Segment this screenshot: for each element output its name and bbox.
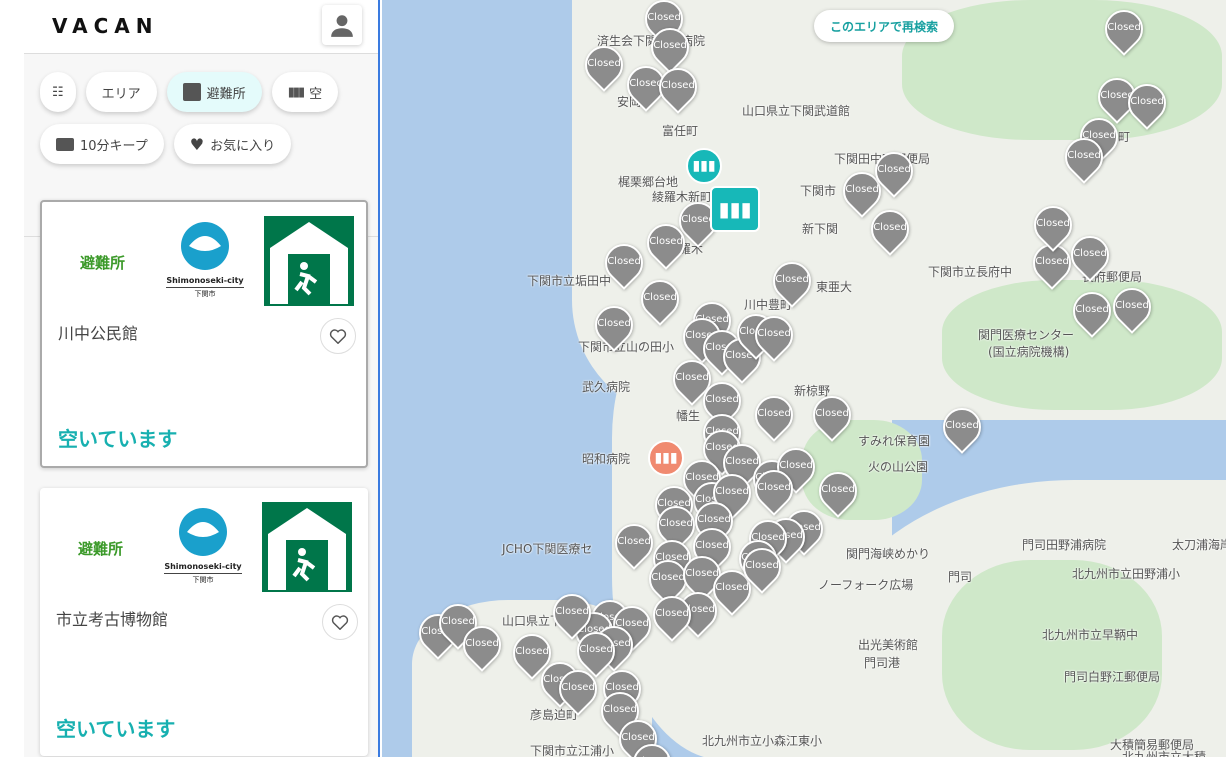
facility-type-label: 避難所: [80, 254, 126, 272]
map-place-label: 北九州市立田野浦小: [1072, 567, 1181, 581]
user-menu-button[interactable]: [322, 5, 362, 45]
facility-name: 川中公民館: [58, 324, 139, 343]
filter-favorites-button[interactable]: ♥ お気に入り: [173, 124, 292, 164]
vacan-logo: VACAN: [52, 14, 159, 38]
map-place-label: 火の山公園: [868, 460, 929, 474]
map[interactable]: このエリアで再検索 済生会下関総合病院山口県立下関武道館富任町安岡梶栗郷台地綾羅…: [382, 0, 1226, 757]
closed-facility-pin[interactable]: Closed: [651, 60, 705, 114]
map-place-label: 下関市立長府中: [928, 265, 1013, 279]
closed-facility-pin[interactable]: Closed: [625, 736, 679, 757]
map-place-label: 下関市立江浦小: [530, 744, 615, 757]
map-place-label: 北九州市立大積: [1122, 750, 1207, 757]
closed-facility-pin[interactable]: Closed: [645, 588, 699, 642]
search-this-area-button[interactable]: このエリアで再検索: [814, 10, 955, 42]
closed-facility-pin[interactable]: Closed: [735, 540, 789, 594]
timer-ticket-icon: [56, 137, 74, 151]
side-panel: VACAN ☷ エリア 避難所 ▮▮▮ 空 10分キープ ♥ お気に入り 避難所 S…: [24, 0, 380, 757]
filter-shelter-button[interactable]: 避難所: [166, 72, 262, 112]
map-place-label: 門司港: [864, 656, 901, 670]
closed-facility-pin[interactable]: Closed: [1063, 228, 1117, 282]
header: VACAN: [24, 0, 378, 54]
filter-settings-button[interactable]: ☷: [40, 72, 76, 112]
closed-facility-pin[interactable]: Closed: [863, 202, 917, 256]
closed-facility-pin[interactable]: Closed: [765, 254, 819, 308]
park: [942, 560, 1162, 750]
occupancy-icon: ▮▮▮: [287, 84, 306, 100]
map-place-label: JCHO下関医療セ: [502, 542, 593, 556]
heart-outline-icon: [331, 615, 349, 630]
shelter-icon: [182, 83, 201, 101]
shelter-pin-available[interactable]: ▮▮▮: [686, 148, 722, 184]
map-place-label: すみれ保育園: [858, 434, 931, 448]
map-place-label: 北九州市立小森江東小: [702, 734, 823, 748]
map-place-label: ノーフォーク広場: [818, 578, 914, 592]
map-place-label: 関門海峡めかり: [846, 547, 931, 561]
facility-name: 市立考古博物館: [56, 610, 169, 629]
closed-facility-pin[interactable]: Closed: [1105, 280, 1159, 334]
closed-facility-pin[interactable]: Closed: [551, 662, 605, 716]
filter-area-button[interactable]: エリア: [85, 72, 157, 112]
closed-facility-pin[interactable]: Closed: [1097, 2, 1151, 56]
map-place-label: 新下関: [802, 222, 839, 236]
map-place-label: 北九州市立早鞆中: [1042, 628, 1139, 642]
favorite-button[interactable]: [320, 318, 356, 354]
map-place-label: 門司: [948, 570, 973, 584]
sliders-icon: ☷: [52, 84, 64, 100]
map-place-label: 門司白野江郵便局: [1064, 670, 1161, 684]
closed-facility-pin[interactable]: Closed: [867, 144, 921, 198]
occupancy-icon: ▮▮▮: [718, 197, 752, 221]
closed-facility-pin[interactable]: Closed: [747, 388, 801, 442]
map-place-label: 武久病院: [582, 380, 631, 394]
closed-facility-pin[interactable]: Closed: [1057, 130, 1111, 184]
map-place-label: 富任町: [662, 124, 699, 138]
evacuation-shelter-sign-icon: [264, 216, 354, 306]
closed-facility-pin[interactable]: Closed: [455, 618, 509, 672]
user-icon: [331, 15, 353, 37]
closed-facility-pin[interactable]: Closed: [747, 308, 801, 362]
map-place-label: 門司田野浦病院: [1022, 538, 1107, 552]
closed-facility-pin[interactable]: Closed: [1120, 76, 1174, 130]
filter-10min-keep-button[interactable]: 10分キープ: [40, 124, 164, 164]
filter-vacancy-button[interactable]: ▮▮▮ 空: [271, 72, 339, 112]
shelter-card[interactable]: 避難所 Shimonoseki-city 下関市 市立考古博物館 空いています: [40, 488, 368, 756]
favorite-button[interactable]: [322, 604, 358, 640]
facility-type-label: 避難所: [78, 540, 124, 558]
closed-facility-pin[interactable]: Closed: [1065, 284, 1119, 338]
closed-facility-pin[interactable]: Closed: [597, 236, 651, 290]
map-place-label: 太刀浦海岸: [1172, 538, 1226, 552]
shelter-pin-crowded[interactable]: ▮▮▮: [648, 440, 684, 476]
occupancy-icon: ▮▮▮: [654, 450, 678, 466]
shimonoseki-city-logo: Shimonoseki-city 下関市: [164, 502, 242, 585]
shimonoseki-city-logo: Shimonoseki-city 下関市: [166, 216, 244, 299]
closed-facility-pin[interactable]: Closed: [805, 388, 859, 442]
occupancy-icon: ▮▮▮: [692, 158, 716, 174]
closed-facility-pin[interactable]: Closed: [747, 462, 801, 516]
closed-facility-pin[interactable]: Closed: [633, 272, 687, 326]
map-place-label: 幡生: [676, 409, 701, 423]
vacancy-status: 空いています: [56, 717, 176, 741]
evacuation-shelter-sign-icon: [262, 502, 352, 592]
closed-facility-pin[interactable]: Closed: [811, 464, 865, 518]
map-place-label: 関門医療センター: [978, 328, 1075, 342]
closed-facility-pin[interactable]: Closed: [639, 216, 693, 270]
map-place-label: 下関市: [800, 184, 837, 198]
shelter-pin-available-selected[interactable]: ▮▮▮: [710, 186, 760, 232]
closed-facility-pin[interactable]: Closed: [1026, 198, 1080, 252]
map-place-label: 山口県立下関武道館: [742, 104, 851, 118]
map-place-label: (国立病院機構): [988, 345, 1070, 359]
map-place-label: 出光美術館: [858, 638, 919, 652]
closed-facility-pin[interactable]: Closed: [577, 38, 631, 92]
map-place-label: 下関市立垢田中: [527, 274, 612, 288]
closed-facility-pin[interactable]: Closed: [587, 298, 641, 352]
map-place-label: 昭和病院: [582, 452, 631, 466]
heart-icon: ♥: [189, 134, 205, 154]
map-place-label: 東亜大: [816, 280, 853, 294]
shelter-card[interactable]: 避難所 Shimonoseki-city 下関市 川中公民館 空いています: [40, 200, 368, 468]
heart-outline-icon: [329, 329, 347, 344]
left-gutter: [0, 0, 24, 757]
closed-facility-pin[interactable]: Closed: [935, 400, 989, 454]
vacancy-status: 空いています: [58, 427, 178, 451]
